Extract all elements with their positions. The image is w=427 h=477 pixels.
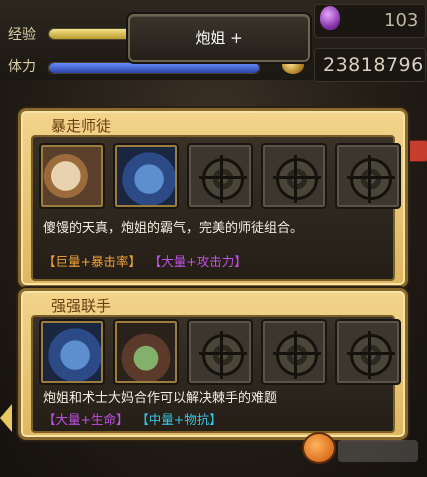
combo-title-1: 暴走师徒 (51, 117, 112, 135)
combo-inner-1: 傻馒的天真，炮姐的霸气，完美的师徒组合。 【巨量+暴击率】 【大量+攻击力】 (31, 135, 401, 281)
combo-panel-2: 强强联手 炮姐和术士大妈合作可以解决棘手的难题 【大量+生命】 【中量+物抗】 (18, 288, 408, 440)
stamina-label: 体力 (8, 59, 36, 75)
compass-emblem-icon (273, 155, 321, 203)
combo-panel-1: 暴走师徒 傻馒的天真，炮姐的霸气，完美的师徒组合。 【巨量+暴击率】 【大量+攻击… (18, 108, 408, 288)
watermark (338, 440, 418, 462)
page-title: 炮姐 + (195, 29, 243, 47)
combo-description-2: 炮姐和术士大妈合作可以解决棘手的难题 (43, 391, 278, 406)
combo-bonus-tags-2: 【大量+生命】 【中量+物抗】 (43, 409, 222, 428)
compass-emblem-icon (199, 155, 247, 203)
compass-emblem-icon (199, 331, 247, 379)
bonus-tag: 【巨量+暴击率】 (43, 254, 141, 269)
compass-emblem-icon (347, 155, 395, 203)
bonus-tag: 【大量+生命】 (43, 412, 129, 427)
compass-emblem-icon (273, 331, 321, 379)
page-title-tab[interactable]: 炮姐 + (128, 14, 310, 62)
combo-bonus-tags-1: 【巨量+暴击率】 【大量+攻击力】 (43, 251, 247, 270)
bonus-tag: 【大量+攻击力】 (154, 254, 247, 269)
combo-title-2: 强强联手 (51, 297, 112, 315)
gem-count: 103 (384, 10, 419, 31)
hero-slot-armored-knight[interactable] (113, 143, 179, 209)
empty-slot[interactable] (335, 319, 401, 385)
gold-count: 23818796 (323, 54, 424, 76)
exp-label: 经验 (8, 27, 36, 43)
empty-slot[interactable] (187, 143, 253, 209)
empty-slot[interactable] (187, 319, 253, 385)
mascot-icon (302, 432, 336, 464)
empty-slot[interactable] (261, 143, 327, 209)
hero-slot-pao-jie[interactable] (39, 143, 105, 209)
bonus-tag: 【中量+物抗】 (142, 412, 222, 427)
compass-emblem-icon (347, 331, 395, 379)
previous-arrow-icon[interactable] (0, 404, 12, 432)
combo-description-1: 傻馒的天真，炮姐的霸气，完美的师徒组合。 (43, 221, 304, 236)
hero-slot-shaman[interactable] (113, 319, 179, 385)
combo-inner-2: 炮姐和术士大妈合作可以解决棘手的难题 【大量+生命】 【中量+物抗】 (31, 315, 401, 433)
hero-slot-armored-knight[interactable] (39, 319, 105, 385)
gem-icon (320, 6, 340, 30)
empty-slot[interactable] (335, 143, 401, 209)
empty-slot[interactable] (261, 319, 327, 385)
